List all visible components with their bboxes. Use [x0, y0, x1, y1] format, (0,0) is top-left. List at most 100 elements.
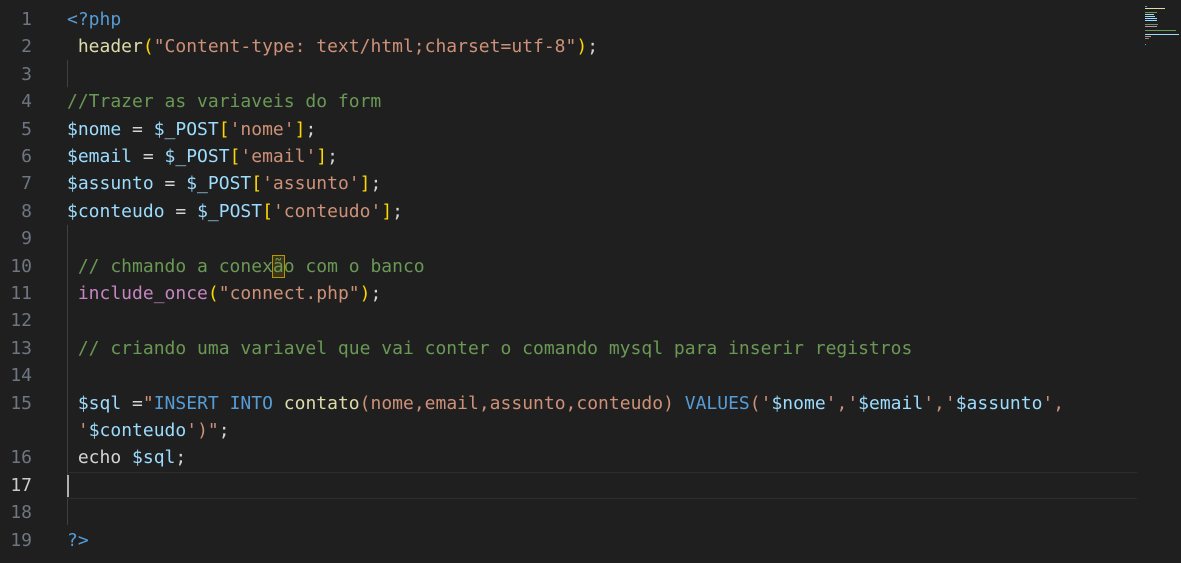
code-text: $email = $_POST['email']; — [67, 143, 338, 170]
code-text: // chmando a conexão com o banco — [67, 253, 425, 280]
code-editor[interactable]: 1 <?php 2 header("Content-type: text/html;… — [0, 6, 1140, 563]
code-line[interactable]: 17 — [0, 471, 1140, 499]
code-token: ] — [316, 146, 328, 167]
code-text: //Trazer as variaveis do form — [67, 88, 381, 115]
code-line[interactable]: 7 $assunto = $_POST['assunto']; — [0, 170, 1140, 197]
code-text: echo $sql; — [67, 444, 186, 471]
code-token: ',' — [825, 392, 859, 414]
code-line[interactable]: '$conteudo')"; — [0, 417, 1140, 444]
line-number: 9 — [21, 228, 32, 250]
code-line[interactable]: 18 — [0, 499, 1140, 526]
minimap-line — [1145, 26, 1157, 27]
code-line[interactable]: 12 — [0, 307, 1140, 334]
minimap-line — [1145, 34, 1179, 35]
line-number: 1 — [21, 9, 32, 30]
code-line[interactable]: 5 $nome = $_POST['nome']; — [0, 116, 1140, 143]
code-token: ( — [207, 283, 219, 304]
line-number: 8 — [21, 200, 32, 222]
code-line[interactable]: 4 //Trazer as variaveis do form — [0, 88, 1140, 115]
minimap-line — [1145, 20, 1158, 21]
code-token: " — [142, 392, 154, 414]
minimap-line — [1145, 6, 1147, 7]
code-line[interactable]: 15 $sql ="INSERT INTO contato(nome,email… — [0, 390, 1140, 417]
code-token: $_POST — [186, 173, 252, 195]
minimap-line — [1145, 18, 1157, 19]
code-text: <?php — [67, 6, 121, 33]
code-token: ',' — [923, 392, 956, 414]
line-number: 7 — [21, 173, 32, 195]
code-token: [ — [251, 173, 263, 195]
code-text: $nome = $_POST['nome']; — [67, 116, 316, 143]
code-text: $sql ="INSERT INTO contato(nome,email,as… — [67, 390, 1064, 417]
minimap-line — [1145, 30, 1177, 31]
code-token: $sql — [121, 447, 176, 469]
code-line[interactable]: 2 header("Content-type: text/html;charse… — [0, 33, 1140, 60]
code-line[interactable]: 6 $email = $_POST['email']; — [0, 143, 1140, 170]
line-number: 11 — [10, 283, 32, 304]
top-edge — [0, 0, 1181, 4]
code-token: 'email' — [240, 146, 317, 167]
code-token: ; — [175, 447, 187, 469]
code-token: "Content-type: text/html;charset=utf-8" — [153, 36, 577, 58]
code-token: [ — [262, 200, 273, 222]
minimap[interactable] — [1145, 6, 1179, 46]
code-line[interactable]: 16 echo $sql; — [0, 444, 1140, 471]
line-number: 4 — [21, 91, 32, 113]
minimap-line — [1145, 24, 1159, 25]
line-number: 19 — [10, 529, 32, 551]
code-token: $assunto — [67, 173, 154, 195]
code-token: INSERT INTO — [153, 392, 273, 414]
code-token: ')" — [186, 420, 219, 441]
code-token: ; — [218, 420, 230, 441]
minimap-line — [1145, 36, 1151, 37]
code-token: ) — [359, 283, 371, 304]
code-token: ] — [381, 200, 393, 222]
code-token: // chmando a conex — [67, 255, 273, 277]
code-text: ?> — [67, 527, 89, 554]
code-line[interactable]: 13 // criando uma variavel que vai conte… — [0, 335, 1140, 362]
code-text: '$conteudo')"; — [67, 417, 230, 444]
code-line[interactable]: 1 <?php — [0, 6, 1140, 33]
code-token: $assunto — [955, 392, 1043, 414]
code-text: // criando uma variavel que vai conter o… — [67, 335, 912, 362]
code-token: $sql — [67, 392, 122, 414]
code-token: $nome — [67, 118, 122, 140]
code-line[interactable]: 9 — [0, 225, 1140, 252]
code-token: ', — [1042, 392, 1065, 414]
code-line[interactable]: 3 — [0, 61, 1140, 88]
line-number: 17 — [10, 474, 32, 496]
line-number: 14 — [10, 365, 32, 387]
line-number: 5 — [21, 118, 32, 140]
code-token: ( — [142, 36, 154, 58]
code-token: = — [132, 146, 165, 167]
code-line[interactable]: 14 — [0, 362, 1140, 389]
code-token: = — [153, 173, 187, 195]
code-line[interactable]: 10 // chmando a conexão com o banco — [0, 253, 1140, 280]
code-token: include_once — [67, 283, 208, 304]
code-token: //Trazer as variaveis do form — [67, 91, 382, 113]
minimap-line — [1145, 16, 1155, 17]
text-cursor — [67, 474, 69, 497]
line-number: 16 — [10, 447, 32, 469]
minimap-line — [1145, 12, 1157, 13]
code-token: $nome — [771, 392, 826, 414]
code-token: echo — [67, 447, 122, 469]
line-number: 13 — [10, 337, 32, 359]
code-line[interactable]: 19 ?> — [0, 527, 1140, 554]
code-token: = — [121, 118, 154, 140]
code-token: ã — [271, 254, 285, 278]
code-token: $email — [858, 392, 924, 414]
code-token: $_POST — [164, 146, 230, 167]
code-line[interactable]: 11 include_once("connect.php"); — [0, 280, 1140, 307]
minimap-line — [1145, 38, 1150, 39]
code-token: VALUES — [684, 392, 750, 414]
code-token: ; — [305, 118, 317, 140]
code-token: = — [164, 200, 198, 222]
code-text: header("Content-type: text/html;charset=… — [67, 33, 598, 60]
line-number: 15 — [10, 392, 32, 414]
code-token: [ — [218, 118, 230, 140]
code-line[interactable]: 8 $conteudo = $_POST['conteudo']; — [0, 198, 1140, 225]
code-token: 'nome' — [229, 118, 295, 140]
code-token: $email — [67, 146, 133, 167]
code-token: ; — [370, 283, 382, 304]
